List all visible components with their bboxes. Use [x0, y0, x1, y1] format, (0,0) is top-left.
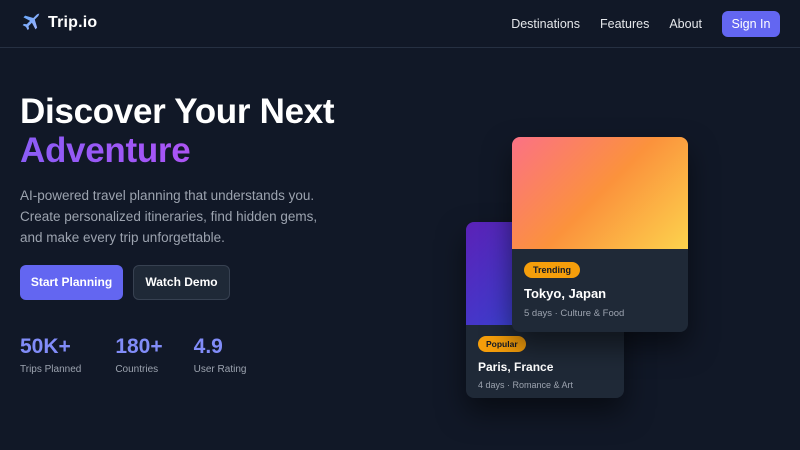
stat-label: Trips Planned: [20, 364, 82, 375]
card-title: Tokyo, Japan: [524, 286, 607, 301]
hero-description-line: and make every trip unforgettable.: [20, 230, 225, 245]
card-meta: 4 days · Romance & Art: [478, 380, 574, 390]
destination-card-tokyo[interactable]: Trending Tokyo, Japan 5 days · Culture &…: [512, 137, 688, 332]
stat-label: User Rating: [193, 364, 247, 375]
card-title: Paris, France: [478, 360, 554, 374]
airplane-icon: [22, 13, 40, 31]
nav-link-destinations[interactable]: Destinations: [511, 17, 580, 31]
hero-description-line: AI-powered travel planning that understa…: [20, 188, 315, 203]
nav-link-about[interactable]: About: [669, 17, 702, 31]
hero-title-highlight: Adventure: [20, 131, 334, 170]
popular-badge: Popular: [478, 336, 526, 352]
trending-badge: Trending: [524, 262, 580, 278]
sign-in-button[interactable]: Sign In: [722, 11, 780, 37]
stat-label: Countries: [115, 364, 159, 375]
start-planning-button[interactable]: Start Planning: [20, 265, 123, 300]
watch-demo-button[interactable]: Watch Demo: [133, 265, 230, 300]
stat-value: 4.9: [193, 335, 223, 358]
hero-description-line: Create personalized itineraries, find hi…: [20, 209, 318, 224]
card-body: Trending Tokyo, Japan 5 days · Culture &…: [512, 249, 688, 319]
card-body: Popular Paris, France 4 days · Romance &…: [466, 325, 624, 390]
stat-trips: 50K+ Trips Planned: [20, 335, 81, 375]
stat-rating: 4.9 User Rating: [194, 335, 247, 375]
hero-description: AI-powered travel planning that understa…: [20, 185, 350, 248]
stats-row: 50K+ Trips Planned 180+ Countries 4.9 Us…: [20, 335, 280, 375]
hero-title-line1: Discover Your Next: [20, 92, 335, 131]
stat-value: 180+: [115, 335, 163, 358]
nav-link-features[interactable]: Features: [600, 17, 649, 31]
brand-logo[interactable]: Trip.io: [20, 12, 97, 34]
stat-countries: 180+ Countries: [115, 335, 162, 375]
card-meta: 5 days · Culture & Food: [524, 308, 625, 319]
top-navbar: Trip.io Destinations Features About Sign…: [0, 0, 800, 48]
stat-value: 50K+: [20, 335, 71, 358]
nav-links: Destinations Features About Sign In: [511, 0, 780, 48]
brand-name: Trip.io: [48, 14, 98, 31]
hero-title: Discover Your Next Adventure: [20, 92, 335, 170]
card-image: [512, 137, 688, 249]
